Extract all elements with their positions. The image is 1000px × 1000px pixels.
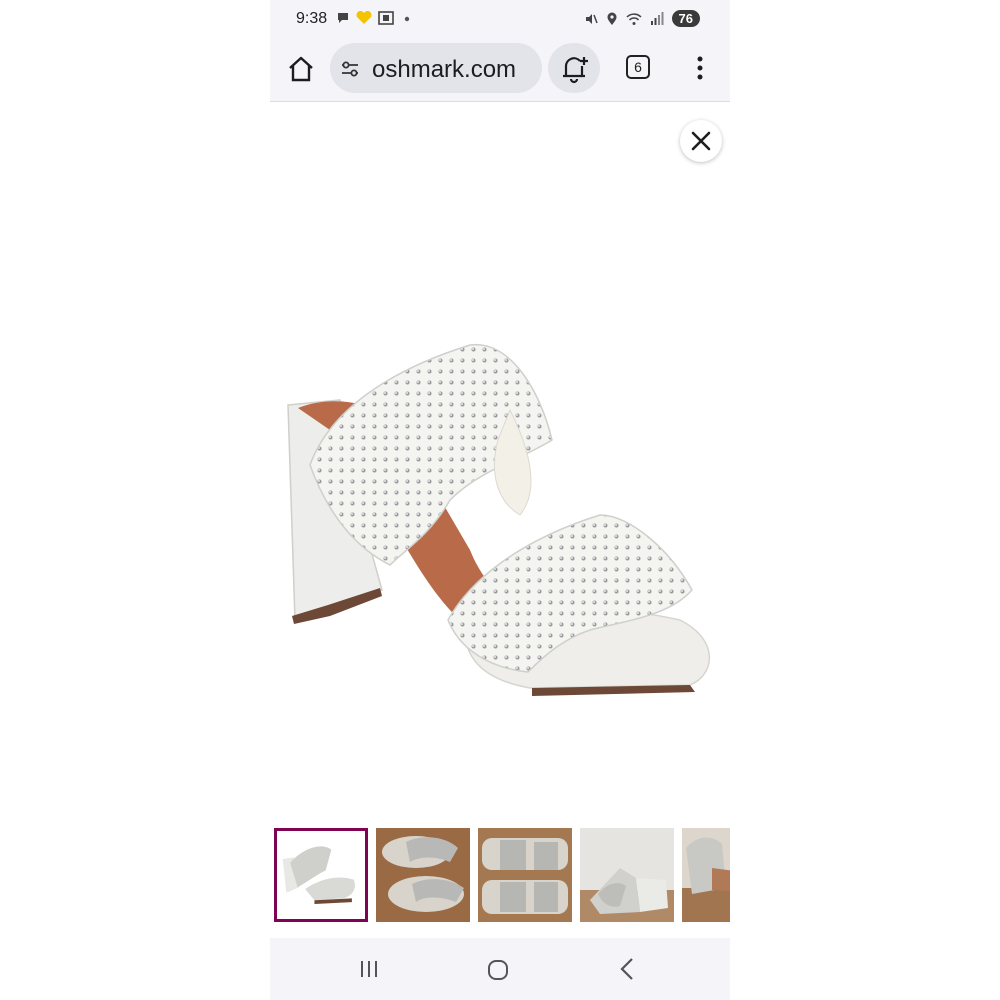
site-settings-icon[interactable] xyxy=(340,59,360,79)
battery-icon: 76 xyxy=(671,10,700,27)
thumbnail-2[interactable] xyxy=(376,828,470,922)
tabs-icon[interactable]: 6 xyxy=(626,55,650,79)
address-bar[interactable]: oshmark.com xyxy=(330,43,542,93)
location-icon xyxy=(607,12,617,25)
thumbnail-2-image xyxy=(376,828,470,922)
screenshot-icon xyxy=(378,11,394,25)
phone-screen: 9:38 76 oshmark.com 6 xyxy=(270,0,730,1000)
thumbnail-5[interactable] xyxy=(682,828,730,922)
close-button[interactable] xyxy=(680,120,722,162)
status-time: 9:38 xyxy=(296,10,328,27)
status-icons-right: 76 xyxy=(584,10,700,27)
chat-icon xyxy=(338,13,348,23)
mute-icon xyxy=(585,13,598,24)
home-circle-icon[interactable] xyxy=(486,958,510,982)
system-nav-bar xyxy=(270,938,730,1000)
status-icons-left xyxy=(336,11,414,25)
wifi-icon xyxy=(626,12,642,25)
dot-icon xyxy=(404,16,410,22)
status-bar: 9:38 76 xyxy=(270,0,730,40)
thumbnail-4[interactable] xyxy=(580,828,674,922)
thumbnail-1[interactable] xyxy=(274,828,368,922)
thumbnail-strip xyxy=(274,828,730,924)
close-icon xyxy=(691,131,711,151)
back-icon[interactable] xyxy=(618,956,636,982)
signal-icon xyxy=(650,11,664,25)
thumbnail-5-image xyxy=(682,828,730,922)
product-image xyxy=(287,344,711,696)
thumbnail-4-image xyxy=(580,828,674,922)
notification-add-button[interactable] xyxy=(548,43,600,93)
url-text: oshmark.com xyxy=(372,56,517,83)
home-icon[interactable] xyxy=(286,54,316,84)
notification-add-icon xyxy=(563,57,588,84)
thumbnail-3[interactable] xyxy=(478,828,572,922)
recents-icon[interactable] xyxy=(358,958,380,980)
browser-toolbar: oshmark.com 6 xyxy=(270,40,730,102)
yellow-heart-icon xyxy=(356,11,372,24)
thumbnail-3-image xyxy=(478,828,572,922)
more-vert-icon[interactable] xyxy=(690,54,710,82)
thumbnail-1-image xyxy=(277,831,365,919)
